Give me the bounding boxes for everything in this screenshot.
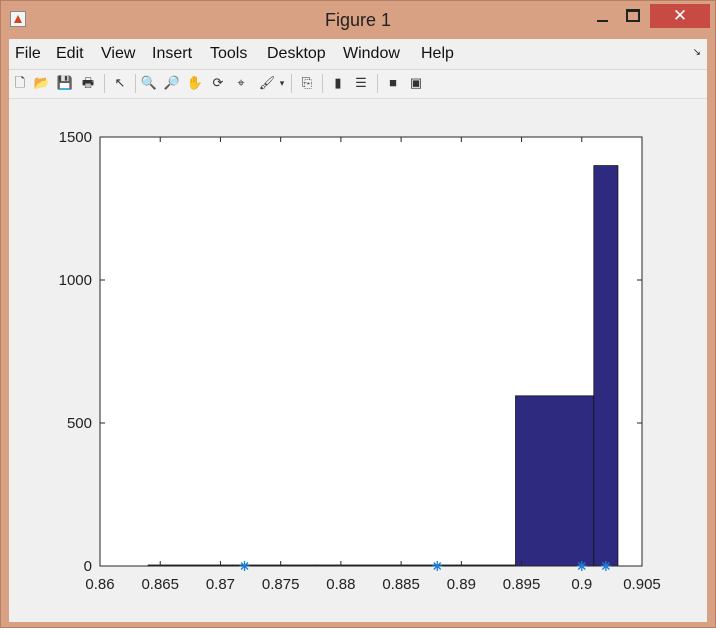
menu-desktop[interactable]: Desktop bbox=[267, 45, 326, 63]
zoom-out-icon[interactable]: 🔎 bbox=[163, 74, 181, 92]
rotate-3d-icon[interactable]: ⟳ bbox=[209, 74, 227, 92]
star-marker bbox=[239, 561, 250, 571]
maximize-icon bbox=[626, 9, 640, 23]
y-tick-label: 1000 bbox=[59, 272, 92, 289]
new-file-icon[interactable]: 🗋 bbox=[11, 74, 29, 92]
x-tick-label: 0.875 bbox=[262, 576, 300, 593]
y-tick-label: 1500 bbox=[59, 129, 92, 146]
x-tick-label: 0.89 bbox=[447, 576, 476, 593]
close-icon: ✕ bbox=[672, 6, 688, 25]
save-icon[interactable]: 💾 bbox=[56, 74, 74, 92]
print-icon[interactable]: 🖶 bbox=[79, 74, 97, 92]
pointer-icon[interactable]: ↖ bbox=[111, 74, 129, 92]
figure-window: Figure 1 ✕ File Edit View Insert Tools D… bbox=[0, 0, 716, 628]
minimize-button[interactable] bbox=[587, 4, 617, 28]
pan-hand-icon[interactable]: ✋ bbox=[186, 74, 204, 92]
menu-file[interactable]: File bbox=[15, 45, 41, 63]
menu-view[interactable]: View bbox=[101, 45, 135, 63]
x-tick-label: 0.88 bbox=[326, 576, 355, 593]
show-plot-tools-icon[interactable]: ▣ bbox=[407, 74, 425, 92]
menu-insert[interactable]: Insert bbox=[152, 45, 192, 63]
histogram-chart[interactable]: 0.86 0.865 0.87 0.875 0.88 0.885 0.89 0.895 0.9 0… bbox=[9, 99, 707, 622]
menubar-overflow-icon[interactable]: ↘ bbox=[693, 47, 701, 58]
legend-icon[interactable]: ☰ bbox=[352, 74, 370, 92]
hide-plot-tools-icon[interactable]: ■ bbox=[384, 74, 402, 92]
menu-help[interactable]: Help bbox=[421, 45, 454, 63]
figure-canvas: 0.86 0.865 0.87 0.875 0.88 0.885 0.89 0.895 0.9 0… bbox=[9, 99, 707, 622]
menu-tools[interactable]: Tools bbox=[210, 45, 247, 63]
x-tick-label: 0.865 bbox=[141, 576, 179, 593]
toolbar-separator bbox=[322, 74, 323, 93]
star-marker bbox=[600, 561, 611, 571]
toolbar-separator bbox=[291, 74, 292, 93]
data-cursor-icon[interactable]: ⌖ bbox=[232, 74, 250, 92]
menu-bar: File Edit View Insert Tools Desktop Wind… bbox=[9, 39, 707, 70]
star-marker bbox=[432, 561, 443, 571]
histogram-bar bbox=[593, 165, 619, 567]
toolbar-separator bbox=[104, 74, 105, 93]
brush-dropdown-icon[interactable]: ▾ bbox=[277, 74, 287, 92]
x-tick-label: 0.895 bbox=[503, 576, 541, 593]
x-tick-label: 0.885 bbox=[382, 576, 420, 593]
y-tick-label: 500 bbox=[67, 415, 92, 432]
menu-edit[interactable]: Edit bbox=[56, 45, 84, 63]
toolbar-separator bbox=[377, 74, 378, 93]
maximize-button[interactable] bbox=[618, 4, 648, 28]
figure-client: File Edit View Insert Tools Desktop Wind… bbox=[9, 39, 707, 622]
colorbar-icon[interactable]: ▮ bbox=[329, 74, 347, 92]
toolbar-separator bbox=[135, 74, 136, 93]
brush-icon[interactable]: 🖌 bbox=[258, 74, 276, 92]
x-tick-label: 0.9 bbox=[571, 576, 592, 593]
title-bar[interactable]: Figure 1 ✕ bbox=[1, 1, 715, 39]
menu-window[interactable]: Window bbox=[343, 45, 400, 63]
x-tick-label: 0.905 bbox=[623, 576, 661, 593]
star-marker bbox=[576, 561, 587, 571]
minimize-icon bbox=[596, 19, 608, 22]
figure-toolbar: 🗋 📂 💾 🖶 ↖ 🔍 🔎 ✋ ⟳ ⌖ 🖌 ▾ ⎘ ▮ ☰ ■ ▣ bbox=[9, 70, 707, 99]
link-plot-icon[interactable]: ⎘ bbox=[298, 74, 316, 92]
zoom-in-icon[interactable]: 🔍 bbox=[140, 74, 158, 92]
close-button[interactable]: ✕ bbox=[650, 4, 710, 28]
x-tick-label: 0.87 bbox=[206, 576, 235, 593]
open-folder-icon[interactable]: 📂 bbox=[33, 74, 51, 92]
histogram-bar bbox=[515, 395, 595, 567]
y-tick-label: 0 bbox=[84, 558, 92, 575]
x-tick-label: 0.86 bbox=[85, 576, 114, 593]
